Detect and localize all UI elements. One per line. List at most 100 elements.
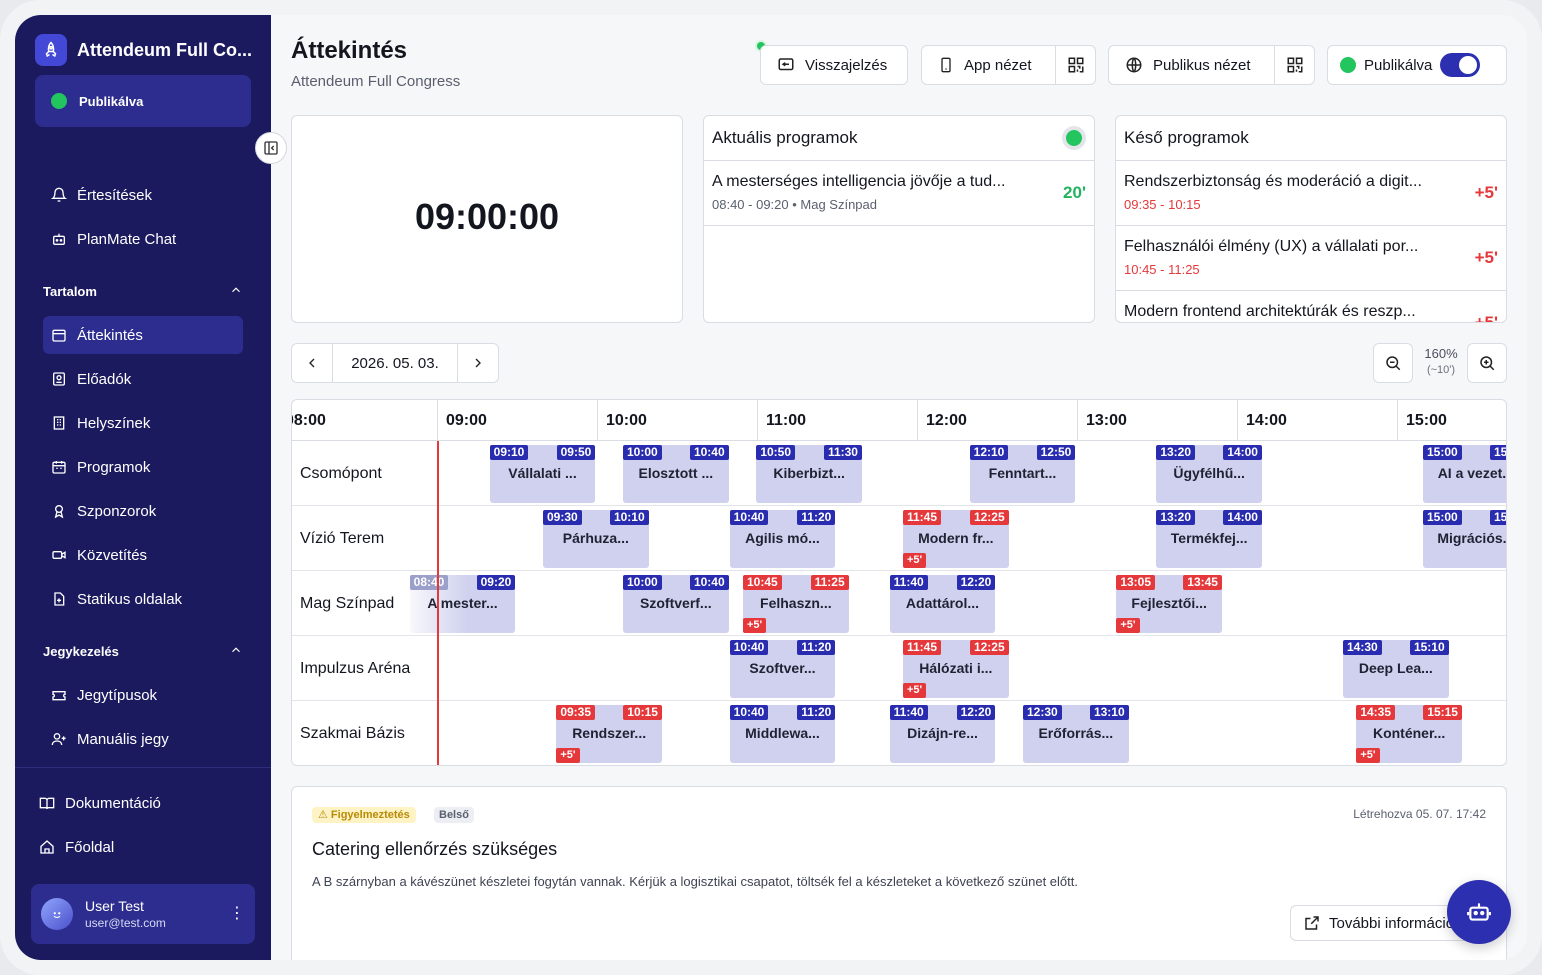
nav-item-speakers[interactable]: Előadók [43,360,243,398]
nav-item-ticket-types[interactable]: Jegytípusok [43,676,243,714]
schedule-event[interactable]: 08:40 09:20 A mester... [409,575,516,633]
nav-item-documentation[interactable]: Dokumentáció [31,784,231,822]
publish-toggle[interactable] [1440,53,1481,77]
calendar-icon [52,329,66,342]
hour-label: 08:00 [292,411,326,429]
sidebar-divider [15,767,271,768]
schedule-event[interactable]: 09:30 10:10 Párhuza... [543,510,649,568]
event-end-time: 09:20 [476,575,516,590]
section-content-toggle[interactable]: Tartalom [43,283,243,300]
more-info-button[interactable]: További információ [1290,905,1470,941]
schedule-event[interactable]: 14:35 15:15 Konténer... +5' [1356,705,1462,763]
event-start-time: 09:10 [489,445,529,460]
venue-label: Impulzus Aréna [300,659,411,677]
schedule-event[interactable]: 10:40 11:20 Szoftver... [729,640,836,698]
schedule-event[interactable]: 09:10 09:50 Vállalati ... [489,445,596,503]
user-card[interactable]: User Test user@test.com ⋮ [31,884,255,944]
schedule-event[interactable]: 10:45 11:25 Felhaszn... +5' [743,575,849,633]
event-start-time: 09:35 [556,705,596,720]
section-label: Tartalom [43,284,97,299]
sidebar: Attendeum Full Co... Publikálva Értesíté… [15,15,271,960]
date-display[interactable]: 2026. 05. 03. [332,344,458,382]
event-title: Szoftverf... [640,595,712,611]
venue-label: Vízió Terem [300,529,385,547]
event-end-time: 09:50 [556,445,596,460]
schedule-event[interactable]: 10:50 11:30 Kiberbizt... [756,445,862,503]
avatar [41,898,73,930]
schedule-event[interactable]: 10:00 10:40 Elosztott ... [623,445,729,503]
event-title: Agilis mó... [745,530,820,546]
event-delay-badge: +5' [1116,618,1140,633]
schedule-event[interactable]: 12:30 13:10 Erőforrás... [1023,705,1129,763]
nav-item-programs[interactable]: Programok [43,448,243,486]
event-title: Migrációs... [1437,530,1507,546]
zoom-in-button[interactable] [1467,343,1507,383]
nav-item-broadcast[interactable]: Közvetítés [43,536,243,574]
collapse-sidebar-button[interactable] [255,132,287,164]
program-item[interactable]: Rendszerbiztonság és moderáció a digit..… [1116,161,1506,226]
published-label: Publikálva [1364,56,1433,74]
next-day-button[interactable] [458,344,498,382]
schedule-event[interactable]: 10:40 11:20 Agilis mó... [729,510,836,568]
event-start-time: 11:40 [889,575,928,590]
section-tickets-toggle[interactable]: Jegykezelés [43,643,243,660]
chat-assistant-button[interactable] [1447,880,1511,944]
public-qr-button[interactable] [1274,46,1314,84]
schedule-event[interactable]: 13:05 13:45 Fejlesztői... +5' [1116,575,1222,633]
feedback-button[interactable]: Visszajelzés [760,45,908,85]
app-view-label: App nézet [964,56,1032,74]
nav-item-sponsors[interactable]: Szponzorok [43,492,243,530]
event-end-time: 11:30 [823,445,862,460]
event-end-time: 12:20 [956,575,996,590]
schedule-event[interactable]: 10:00 10:40 Szoftverf... [623,575,729,633]
nav-item-notifications[interactable]: Értesítések [43,176,243,214]
event-start-time: 15:00 [1423,445,1462,460]
status-dot-icon [51,93,67,109]
event-start-time: 10:40 [729,640,769,655]
schedule-event[interactable]: 13:20 14:00 Termékfej... [1156,510,1262,568]
nav-item-overview[interactable]: Áttekintés [43,316,243,354]
app-view-button[interactable]: App nézet [922,46,1055,84]
program-item[interactable]: Modern frontend architektúrák és reszp..… [1116,291,1506,323]
schedule-event[interactable]: 11:45 12:25 Modern fr... +5' [903,510,1009,568]
chevron-up-icon [229,283,243,300]
public-view-button[interactable]: Publikus nézet [1109,46,1274,84]
program-item[interactable]: A mesterséges intelligencia jövője a tud… [704,161,1094,226]
public-view-button-group: Publikus nézet [1108,45,1315,85]
publish-status-pill[interactable]: Publikálva [35,75,251,127]
schedule-event[interactable]: 15:00 15:40 AI a vezet... [1423,445,1506,503]
event-start-time: 10:40 [729,705,769,720]
nav-item-planmate-chat[interactable]: PlanMate Chat [43,220,243,258]
schedule-event[interactable]: 15:00 15:40 Migrációs... [1423,510,1507,568]
nav-label: Manuális jegy [77,730,169,748]
schedule-event[interactable]: 13:20 14:00 Ügyfélhű... [1156,445,1262,503]
schedule-event[interactable]: 12:10 12:50 Fenntart... [969,445,1076,503]
app-window: Attendeum Full Co... Publikálva Értesíté… [15,15,1527,960]
schedule-event[interactable]: 09:35 10:15 Rendszer... +5' [556,705,662,763]
event-delay-badge: +5' [903,553,927,568]
event-start-time: 13:05 [1116,575,1156,590]
publish-toggle-group[interactable]: Publikálva [1327,45,1507,85]
program-item[interactable]: Felhasználói élmény (UX) a vállalati por… [1116,226,1506,291]
publish-status-label: Publikálva [79,93,144,109]
chevron-up-icon [229,643,243,660]
schedule-event[interactable]: 14:30 15:10 Deep Lea... [1343,640,1449,698]
brand[interactable]: Attendeum Full Co... [35,34,257,66]
nav-item-static-pages[interactable]: Statikus oldalak [43,580,243,618]
event-title: Termékfej... [1170,530,1248,546]
prev-day-button[interactable] [292,344,332,382]
venue-label: Mag Színpad [300,594,395,612]
program-delay-badge: +5' [1474,313,1498,323]
feedback-label: Visszajelzés [805,56,888,74]
schedule-event[interactable]: 11:45 12:25 Hálózati i... +5' [903,640,1009,698]
zoom-out-button[interactable] [1373,343,1413,383]
nav-item-venues[interactable]: Helyszínek [43,404,243,442]
nav-item-manual-ticket[interactable]: Manuális jegy [43,720,243,758]
schedule-event[interactable]: 10:40 11:20 Middlewa... [729,705,836,763]
app-title: Attendeum Full Co... [77,39,252,60]
schedule-event[interactable]: 11:40 12:20 Adattárol... [889,575,996,633]
schedule-event[interactable]: 11:40 12:20 Dizájn-re... [889,705,996,763]
more-vertical-icon[interactable]: ⋮ [229,906,245,922]
nav-item-home[interactable]: Főoldal [31,828,231,866]
app-qr-button[interactable] [1055,46,1095,84]
